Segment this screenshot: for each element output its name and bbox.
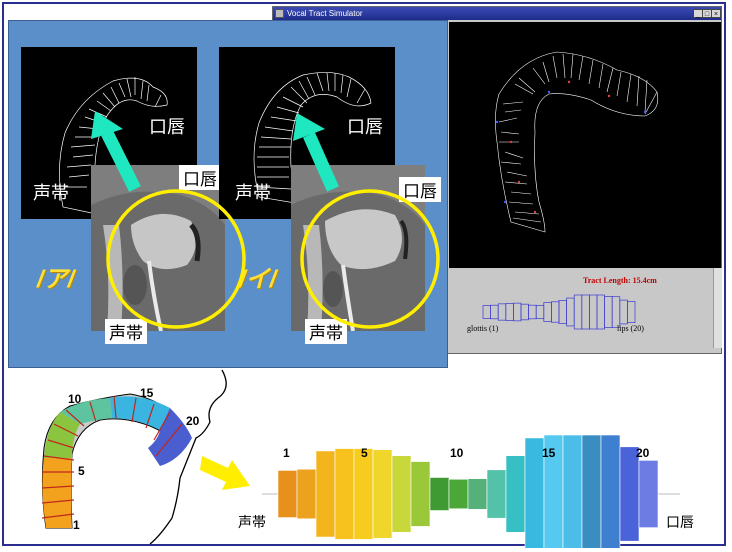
- tract-number-1: 1: [73, 518, 80, 532]
- tube-section-7: [391, 455, 412, 533]
- sim-tube-section-6: [520, 303, 529, 321]
- arrow-a-icon: [91, 111, 141, 192]
- mri-comparison-panel: 口唇 声帯 口唇 声帯 /ア/ 口唇 声帯 口唇 声帯 /イ/: [8, 20, 448, 368]
- tube-section-19: [619, 446, 640, 542]
- lips-label: lips (20): [617, 324, 644, 333]
- sim-tube-section-14: [581, 294, 590, 330]
- sim-tube-section-12: [566, 297, 575, 327]
- sim-tube-section-9: [543, 302, 552, 322]
- tract-number-10: 10: [68, 392, 82, 406]
- area-function-outline: [482, 294, 636, 330]
- tube-section-9: [429, 477, 450, 511]
- panel-overlay: [91, 111, 440, 329]
- tube-number-5: 5: [361, 446, 368, 460]
- close-button[interactable]: ×: [711, 9, 721, 18]
- tube-section-11: [467, 478, 488, 510]
- tube-section-8: [410, 461, 431, 527]
- tube-section-2: [296, 468, 317, 520]
- tube-section-1: [277, 470, 298, 518]
- sim-tube-section-13: [573, 294, 583, 330]
- arrow-right-icon: [200, 456, 250, 490]
- sim-tube-section-8: [535, 305, 545, 319]
- mri-highlight-circle-a: [106, 189, 246, 329]
- window-titlebar[interactable]: Vocal Tract Simulator _ □ ×: [273, 7, 721, 20]
- tube-section-6: [372, 449, 393, 539]
- tube-vocal-cords-label: 声帯: [238, 514, 266, 530]
- tube-section-10: [448, 478, 469, 510]
- sim-tube-section-7: [528, 304, 537, 320]
- tube-sections: [277, 434, 659, 548]
- window-title: Vocal Tract Simulator: [287, 9, 363, 18]
- sim-tube-section-15: [589, 294, 598, 330]
- sim-tube-section-2: [490, 304, 499, 320]
- tract-region-palate: [110, 396, 170, 430]
- tract-number-15: 15: [140, 386, 154, 400]
- tract-length-readout: Tract Length: 15.4cm: [583, 276, 657, 285]
- sim-tube-section-16: [596, 294, 605, 330]
- tract-number-5: 5: [78, 464, 85, 478]
- sim-tube-section-19: [619, 299, 628, 325]
- mri-highlight-circle-i: [300, 189, 440, 329]
- tube-section-5: [353, 448, 374, 540]
- vertical-scrollbar[interactable]: [713, 268, 722, 348]
- sim-tube-section-20: [627, 301, 636, 323]
- tract-number-20: 20: [186, 414, 200, 428]
- tube-section-4: [334, 448, 355, 540]
- window-menu-icon[interactable]: [275, 9, 284, 18]
- sim-tube-section-11: [558, 300, 567, 324]
- tube-section-3: [315, 450, 336, 538]
- sim-tube-section-18: [611, 296, 621, 328]
- arrow-i-icon: [293, 113, 339, 192]
- sim-tube-section-10: [551, 301, 560, 323]
- sim-tube-section-5: [513, 302, 522, 322]
- sim-tube-section-1: [482, 305, 491, 319]
- sim-tube-section-17: [604, 296, 613, 328]
- tube-section-20: [638, 460, 659, 528]
- tract-mesh-render: [495, 51, 659, 233]
- sim-tube-section-3: [497, 303, 507, 321]
- tube-lips-label: 口唇: [666, 514, 694, 530]
- tube-number-15: 15: [542, 446, 556, 460]
- tract-info-panel: Tract Length: 15.4cm glottis (1) lips (2…: [449, 268, 713, 348]
- tube-number-10: 10: [450, 446, 464, 460]
- sim-tube-section-4: [505, 303, 514, 321]
- tube-section-18: [600, 434, 621, 548]
- tube-number-20: 20: [636, 446, 650, 460]
- tube-section-13: [505, 455, 526, 533]
- tube-section-12: [486, 469, 507, 519]
- tube-number-1: 1: [283, 446, 290, 460]
- tube-section-16: [562, 434, 583, 548]
- tube-section-17: [581, 434, 602, 548]
- tract-3d-view[interactable]: [449, 22, 721, 268]
- glottis-label: glottis (1): [467, 324, 499, 333]
